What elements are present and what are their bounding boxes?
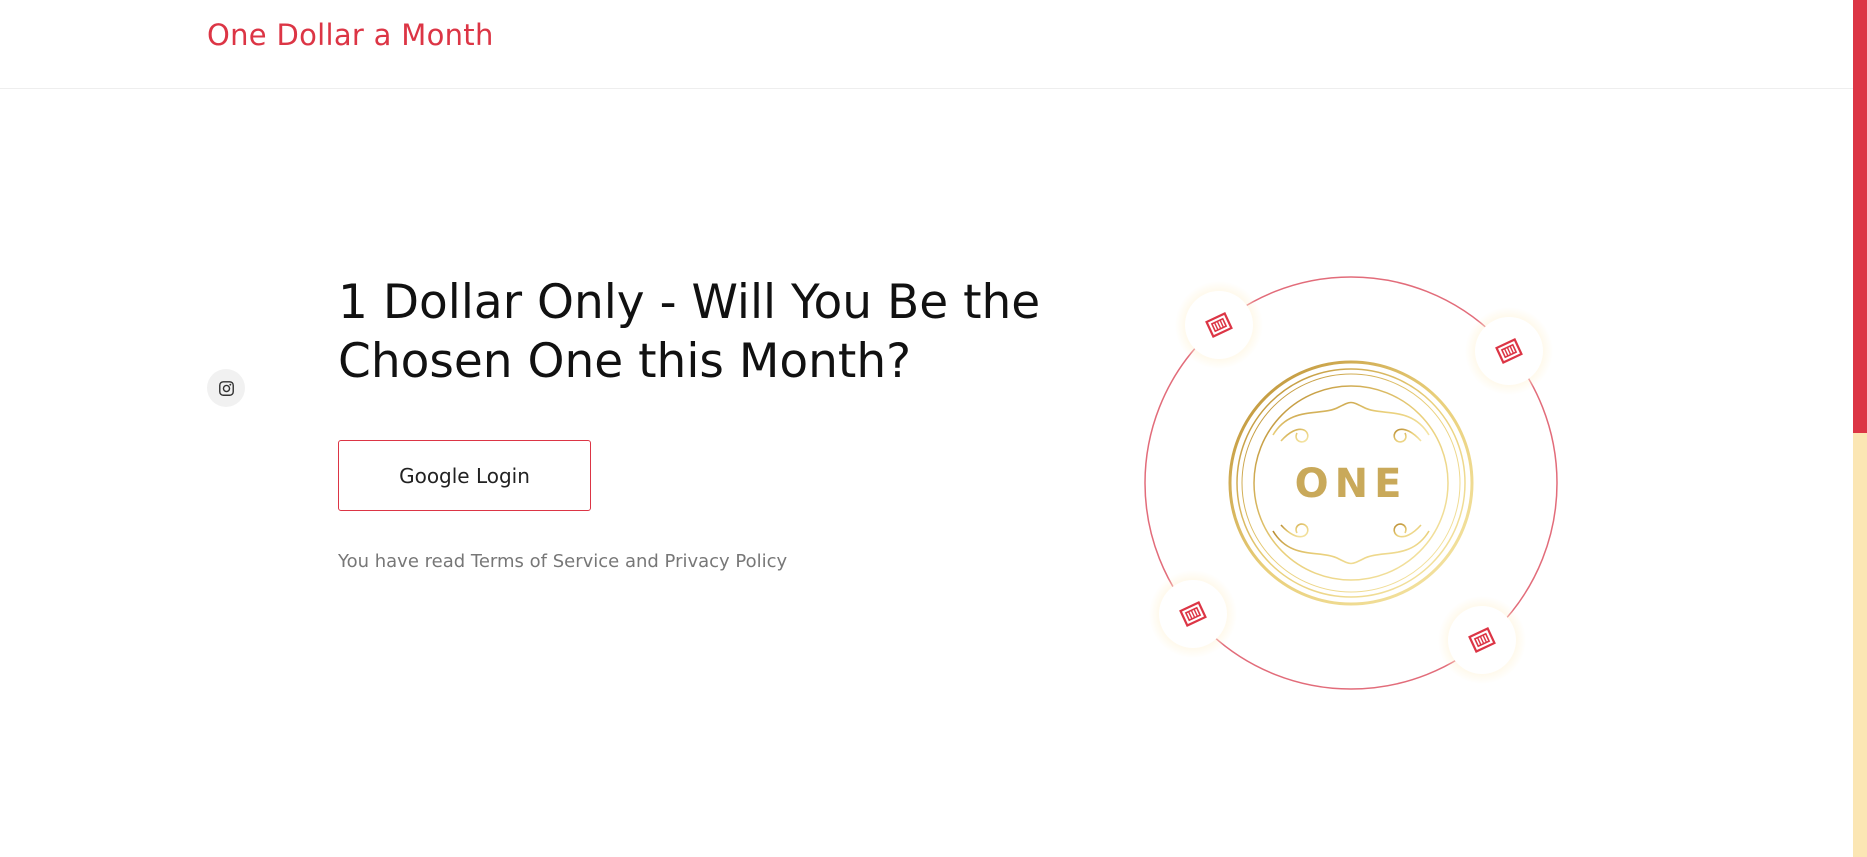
coin-text: ONE: [1295, 461, 1408, 507]
coin-orbit-graphic: ONE: [1144, 276, 1558, 690]
terms-prefix: You have read: [338, 551, 471, 572]
instagram-icon: [218, 380, 234, 396]
terms-notice: You have read Terms of Service and Priva…: [338, 551, 787, 572]
orbit-badge-bottom-right: [1438, 596, 1526, 684]
orbit-badge-bottom-left: [1149, 570, 1237, 658]
scrollbar-thumb[interactable]: [1853, 0, 1867, 433]
orbit-badge-top-right: [1465, 307, 1553, 395]
page: One Dollar a Month 1 Dollar Only - Will …: [0, 0, 1867, 857]
hero-headline: 1 Dollar Only - Will You Be the Chosen O…: [338, 275, 1041, 389]
one-coin: ONE: [1228, 360, 1474, 606]
coin-illustration: ONE: [1130, 260, 1590, 705]
terms-of-service-link[interactable]: Terms of Service: [471, 551, 619, 572]
site-header: One Dollar a Month: [0, 0, 1853, 89]
terms-and: and: [619, 551, 665, 572]
instagram-button[interactable]: [207, 369, 245, 407]
google-login-button[interactable]: Google Login: [338, 440, 591, 511]
privacy-policy-link[interactable]: Privacy Policy: [665, 551, 788, 572]
brand-logo-link[interactable]: One Dollar a Month: [207, 18, 494, 52]
orbit-badge-top-left: [1175, 281, 1263, 369]
